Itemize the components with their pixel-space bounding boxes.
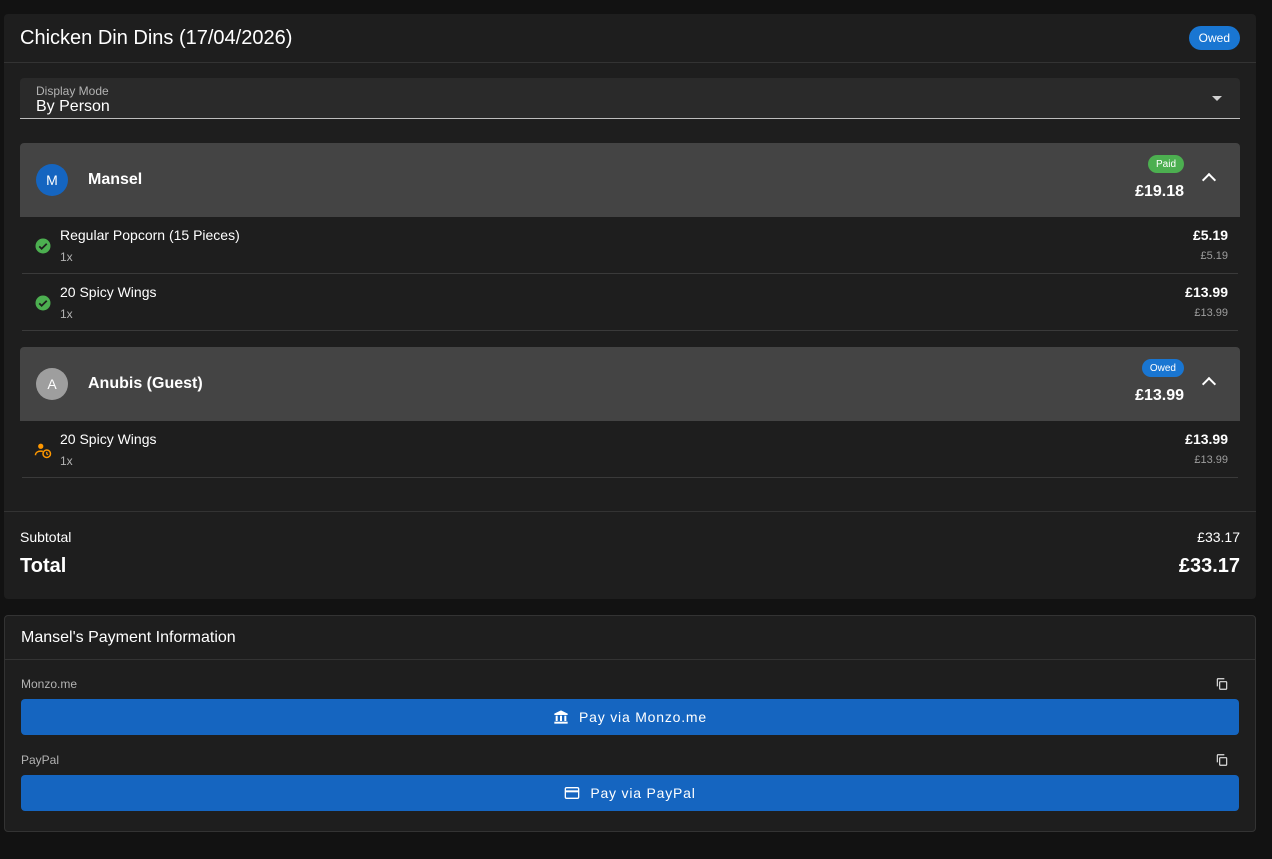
item-unit-price: £5.19 — [1200, 250, 1228, 262]
item-price: £5.19 — [1192, 227, 1228, 243]
display-mode-value: By Person — [36, 98, 110, 115]
display-mode-select[interactable]: Display Mode By Person — [20, 78, 1240, 119]
copy-icon[interactable] — [1215, 753, 1229, 767]
person-summary: Paid £19.18 — [1135, 155, 1184, 201]
pay-paypal-label: Pay via PayPal — [590, 785, 696, 801]
item-name: Regular Popcorn (15 Pieces) — [60, 227, 240, 243]
item-quantity: 1x — [60, 250, 73, 264]
display-mode-label: Display Mode — [36, 84, 109, 98]
order-header: Chicken Din Dins (17/04/2026) Owed — [4, 14, 1256, 63]
credit-card-icon — [564, 787, 580, 799]
item-quantity: 1x — [60, 307, 73, 321]
payment-info-card: Mansel's Payment Information Monzo.me Pa… — [4, 615, 1256, 832]
person-amount: £19.18 — [1135, 183, 1184, 200]
owed-badge: Owed — [1141, 359, 1184, 377]
total-label: Total — [20, 555, 67, 577]
payment-info-title: Mansel's Payment Information — [5, 616, 1255, 660]
list-item: 20 Spicy Wings 1x £13.99 £13.99 — [22, 274, 1238, 331]
paypal-label: PayPal — [21, 753, 60, 767]
person-header-mansel[interactable]: M Mansel Paid £19.18 — [20, 143, 1240, 217]
item-price: £13.99 — [1185, 284, 1228, 300]
pay-paypal-button[interactable]: Pay via PayPal — [21, 775, 1239, 811]
person-header-anubis[interactable]: A Anubis (Guest) Owed £13.99 — [20, 347, 1240, 421]
person-clock-icon — [34, 443, 52, 459]
item-unit-price: £13.99 — [1194, 307, 1228, 319]
order-title: Chicken Din Dins (17/04/2026) — [20, 26, 293, 49]
list-item: 20 Spicy Wings 1x £13.99 £13.99 — [22, 421, 1238, 478]
person-name: Anubis (Guest) — [88, 375, 203, 392]
subtotal-label: Subtotal — [20, 529, 72, 545]
avatar: A — [36, 368, 68, 400]
person-amount: £13.99 — [1135, 387, 1184, 404]
pay-monzo-label: Pay via Monzo.me — [579, 709, 707, 725]
item-name: 20 Spicy Wings — [60, 431, 157, 447]
subtotal-value: £33.17 — [1197, 529, 1240, 545]
dropdown-arrow-icon[interactable] — [1212, 96, 1222, 101]
check-circle-icon — [35, 295, 51, 311]
list-item: Regular Popcorn (15 Pieces) 1x £5.19 £5.… — [22, 217, 1238, 274]
check-circle-icon — [35, 238, 51, 254]
order-card: Chicken Din Dins (17/04/2026) Owed Displ… — [4, 14, 1256, 599]
item-quantity: 1x — [60, 454, 73, 468]
pay-monzo-button[interactable]: Pay via Monzo.me — [21, 699, 1239, 735]
total-value: £33.17 — [1178, 555, 1240, 577]
person-summary: Owed £13.99 — [1135, 359, 1184, 405]
item-name: 20 Spicy Wings — [60, 284, 157, 300]
paid-badge: Paid — [1147, 155, 1184, 173]
chevron-up-icon[interactable] — [1201, 172, 1217, 188]
copy-icon[interactable] — [1215, 677, 1229, 691]
monzo-label: Monzo.me — [21, 677, 78, 691]
chevron-up-icon[interactable] — [1201, 376, 1217, 392]
item-price: £13.99 — [1185, 431, 1228, 447]
person-name: Mansel — [88, 171, 143, 188]
divider — [4, 511, 1256, 512]
order-status-badge: Owed — [1188, 26, 1240, 50]
bank-icon — [554, 710, 568, 724]
avatar: M — [36, 164, 68, 196]
item-unit-price: £13.99 — [1194, 454, 1228, 466]
